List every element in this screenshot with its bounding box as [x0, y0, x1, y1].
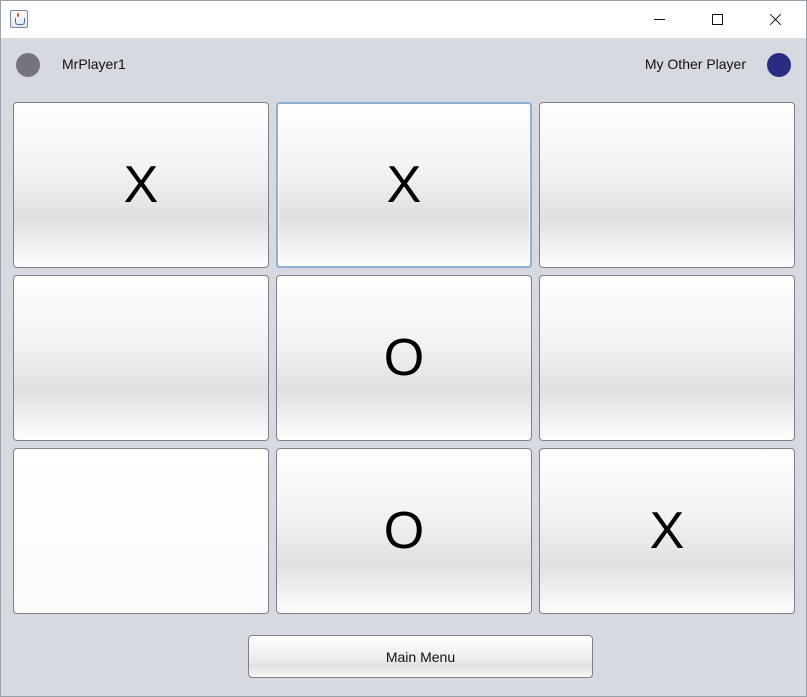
- game-window: MrPlayer1 My Other Player X X O O X Main…: [0, 0, 807, 697]
- board-cell-0[interactable]: X: [13, 102, 269, 268]
- minimize-button[interactable]: [630, 1, 688, 38]
- player-bar: MrPlayer1 My Other Player: [1, 38, 806, 92]
- player2-indicator: [767, 53, 791, 77]
- minimize-icon: [653, 19, 665, 20]
- app-icon-steam: [17, 13, 22, 17]
- close-icon: [769, 13, 782, 26]
- board-cell-3[interactable]: [13, 275, 269, 441]
- java-app-icon[interactable]: [10, 10, 28, 28]
- board-cell-8[interactable]: X: [539, 448, 795, 614]
- board-cell-7[interactable]: O: [276, 448, 532, 614]
- game-board: X X O O X: [13, 102, 795, 615]
- app-icon-cup: [15, 18, 25, 25]
- close-button[interactable]: [746, 1, 804, 38]
- player2-name: My Other Player: [644, 56, 746, 72]
- maximize-button[interactable]: [688, 1, 746, 38]
- board-cell-6[interactable]: [13, 448, 269, 614]
- board-cell-4[interactable]: O: [276, 275, 532, 441]
- board-cell-2[interactable]: [539, 102, 795, 268]
- maximize-icon: [711, 14, 723, 25]
- main-menu-button[interactable]: Main Menu: [248, 635, 593, 678]
- player1-indicator: [16, 53, 40, 77]
- player1-name: MrPlayer1: [62, 56, 126, 72]
- board-cell-1[interactable]: X: [276, 102, 532, 268]
- board-cell-5[interactable]: [539, 275, 795, 441]
- title-bar: [1, 1, 806, 38]
